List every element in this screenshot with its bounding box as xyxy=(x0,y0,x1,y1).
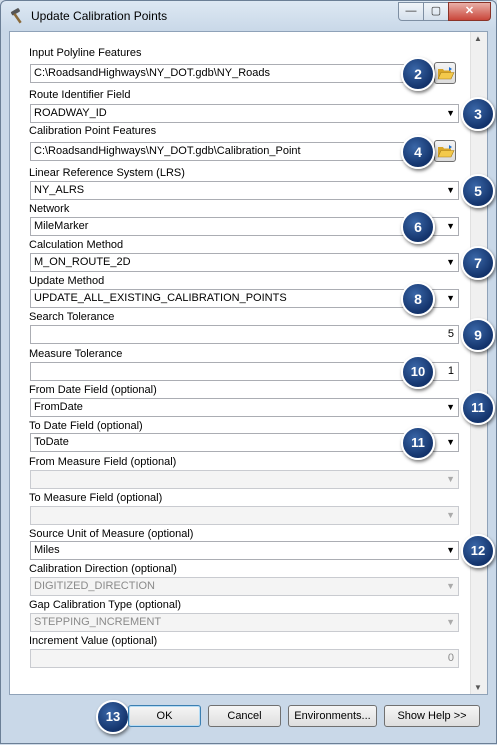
folder-open-icon xyxy=(437,67,455,80)
cancel-button[interactable]: Cancel xyxy=(208,705,281,727)
callout-badge-10: 10 xyxy=(401,355,435,389)
source-unit-value: Miles xyxy=(34,544,60,556)
to-date-dropdown[interactable]: ToDate ▼ xyxy=(30,433,459,452)
to-measure-label: To Measure Field (optional) xyxy=(29,492,163,504)
callout-badge-11b: 11 xyxy=(401,426,435,460)
browse-calibration-button[interactable] xyxy=(434,140,456,162)
callout-badge-12: 12 xyxy=(461,534,495,568)
source-unit-label: Source Unit of Measure (optional) xyxy=(29,528,194,540)
callout-badge-6: 6 xyxy=(401,210,435,244)
route-id-value: ROADWAY_ID xyxy=(34,107,107,119)
callout-badge-11a: 11 xyxy=(461,391,495,425)
calc-method-value: M_ON_ROUTE_2D xyxy=(34,256,131,268)
update-method-value: UPDATE_ALL_EXISTING_CALIBRATION_POINTS xyxy=(34,292,287,304)
window-title: Update Calibration Points xyxy=(31,9,168,23)
folder-open-icon xyxy=(437,145,455,158)
input-polyline-field[interactable]: C:\RoadsandHighways\NY_DOT.gdb\NY_Roads xyxy=(30,64,431,83)
dropdown-arrow-icon: ▼ xyxy=(446,581,455,591)
lrs-dropdown[interactable]: NY_ALRS ▼ xyxy=(30,181,459,200)
search-tolerance-label: Search Tolerance xyxy=(29,311,115,323)
dropdown-arrow-icon: ▼ xyxy=(446,185,455,195)
dropdown-arrow-icon: ▼ xyxy=(446,293,455,303)
input-polyline-value: C:\RoadsandHighways\NY_DOT.gdb\NY_Roads xyxy=(34,67,271,79)
browse-polyline-button[interactable] xyxy=(434,62,456,84)
calc-method-dropdown[interactable]: M_ON_ROUTE_2D ▼ xyxy=(30,253,459,272)
vertical-scrollbar[interactable]: ▲ ▼ xyxy=(470,32,487,694)
dropdown-arrow-icon: ▼ xyxy=(446,474,455,484)
callout-badge-5: 5 xyxy=(461,174,495,208)
calc-method-label: Calculation Method xyxy=(29,239,124,251)
gap-calibration-label: Gap Calibration Type (optional) xyxy=(29,599,182,611)
ok-button[interactable]: OK xyxy=(128,705,201,727)
show-help-button[interactable]: Show Help >> xyxy=(384,705,480,727)
callout-badge-9: 9 xyxy=(461,318,495,352)
measure-tolerance-input[interactable]: 1 xyxy=(30,362,459,381)
calibration-direction-value: DIGITIZED_DIRECTION xyxy=(34,580,156,592)
calibration-direction-dropdown[interactable]: DIGITIZED_DIRECTION ▼ xyxy=(30,577,459,596)
to-date-value: ToDate xyxy=(34,436,69,448)
input-polyline-label: Input Polyline Features xyxy=(29,47,142,59)
from-date-label: From Date Field (optional) xyxy=(29,384,157,396)
calibration-point-value: C:\RoadsandHighways\NY_DOT.gdb\Calibrati… xyxy=(34,145,301,157)
callout-badge-2: 2 xyxy=(401,57,435,91)
measure-tolerance-label: Measure Tolerance xyxy=(29,348,123,360)
callout-badge-8: 8 xyxy=(401,282,435,316)
callout-badge-13: 13 xyxy=(96,700,130,734)
scroll-down-icon[interactable]: ▼ xyxy=(474,683,482,692)
maximize-button[interactable]: ▢ xyxy=(423,2,449,21)
dropdown-arrow-icon: ▼ xyxy=(446,437,455,447)
calibration-direction-label: Calibration Direction (optional) xyxy=(29,563,177,575)
dropdown-arrow-icon: ▼ xyxy=(446,545,455,555)
hammer-icon xyxy=(10,8,22,24)
minimize-button[interactable]: — xyxy=(398,2,424,21)
dropdown-arrow-icon: ▼ xyxy=(446,510,455,520)
environments-button[interactable]: Environments... xyxy=(288,705,377,727)
callout-badge-3: 3 xyxy=(461,97,495,131)
gap-calibration-dropdown[interactable]: STEPPING_INCREMENT ▼ xyxy=(30,613,459,632)
close-button[interactable]: ✕ xyxy=(448,2,491,21)
gap-calibration-value: STEPPING_INCREMENT xyxy=(34,616,162,628)
from-measure-label: From Measure Field (optional) xyxy=(29,456,177,468)
route-id-dropdown[interactable]: ROADWAY_ID ▼ xyxy=(30,104,459,123)
from-date-value: FromDate xyxy=(34,401,83,413)
calibration-point-label: Calibration Point Features xyxy=(29,125,157,137)
scroll-up-icon[interactable]: ▲ xyxy=(474,34,482,43)
lrs-label: Linear Reference System (LRS) xyxy=(29,167,185,179)
button-bar: 13 OK Cancel Environments... Show Help >… xyxy=(1,696,496,745)
source-unit-dropdown[interactable]: Miles ▼ xyxy=(30,541,459,560)
dropdown-arrow-icon: ▼ xyxy=(446,221,455,231)
dropdown-arrow-icon: ▼ xyxy=(446,108,455,118)
callout-badge-7: 7 xyxy=(461,246,495,280)
increment-value-label: Increment Value (optional) xyxy=(29,635,158,647)
lrs-value: NY_ALRS xyxy=(34,184,85,196)
network-dropdown[interactable]: MileMarker ▼ xyxy=(30,217,459,236)
search-tolerance-input[interactable]: 5 xyxy=(30,325,459,344)
to-measure-dropdown[interactable]: ▼ xyxy=(30,506,459,525)
dropdown-arrow-icon: ▼ xyxy=(446,257,455,267)
route-id-label: Route Identifier Field xyxy=(29,89,131,101)
callout-badge-4: 4 xyxy=(401,135,435,169)
dropdown-arrow-icon: ▼ xyxy=(446,617,455,627)
update-method-dropdown[interactable]: UPDATE_ALL_EXISTING_CALIBRATION_POINTS ▼ xyxy=(30,289,459,308)
from-measure-dropdown[interactable]: ▼ xyxy=(30,470,459,489)
calibration-point-field[interactable]: C:\RoadsandHighways\NY_DOT.gdb\Calibrati… xyxy=(30,142,431,161)
update-method-label: Update Method xyxy=(29,275,105,287)
from-date-dropdown[interactable]: FromDate ▼ xyxy=(30,398,459,417)
increment-value-input[interactable]: 0 xyxy=(30,649,459,668)
dropdown-arrow-icon: ▼ xyxy=(446,402,455,412)
network-label: Network xyxy=(29,203,70,215)
dialog-window: Update Calibration Points — ▢ ✕ ▲ ▼ Inpu… xyxy=(0,0,497,744)
title-bar[interactable]: Update Calibration Points — ▢ ✕ xyxy=(1,1,496,31)
network-value: MileMarker xyxy=(34,220,89,232)
to-date-label: To Date Field (optional) xyxy=(29,420,143,432)
